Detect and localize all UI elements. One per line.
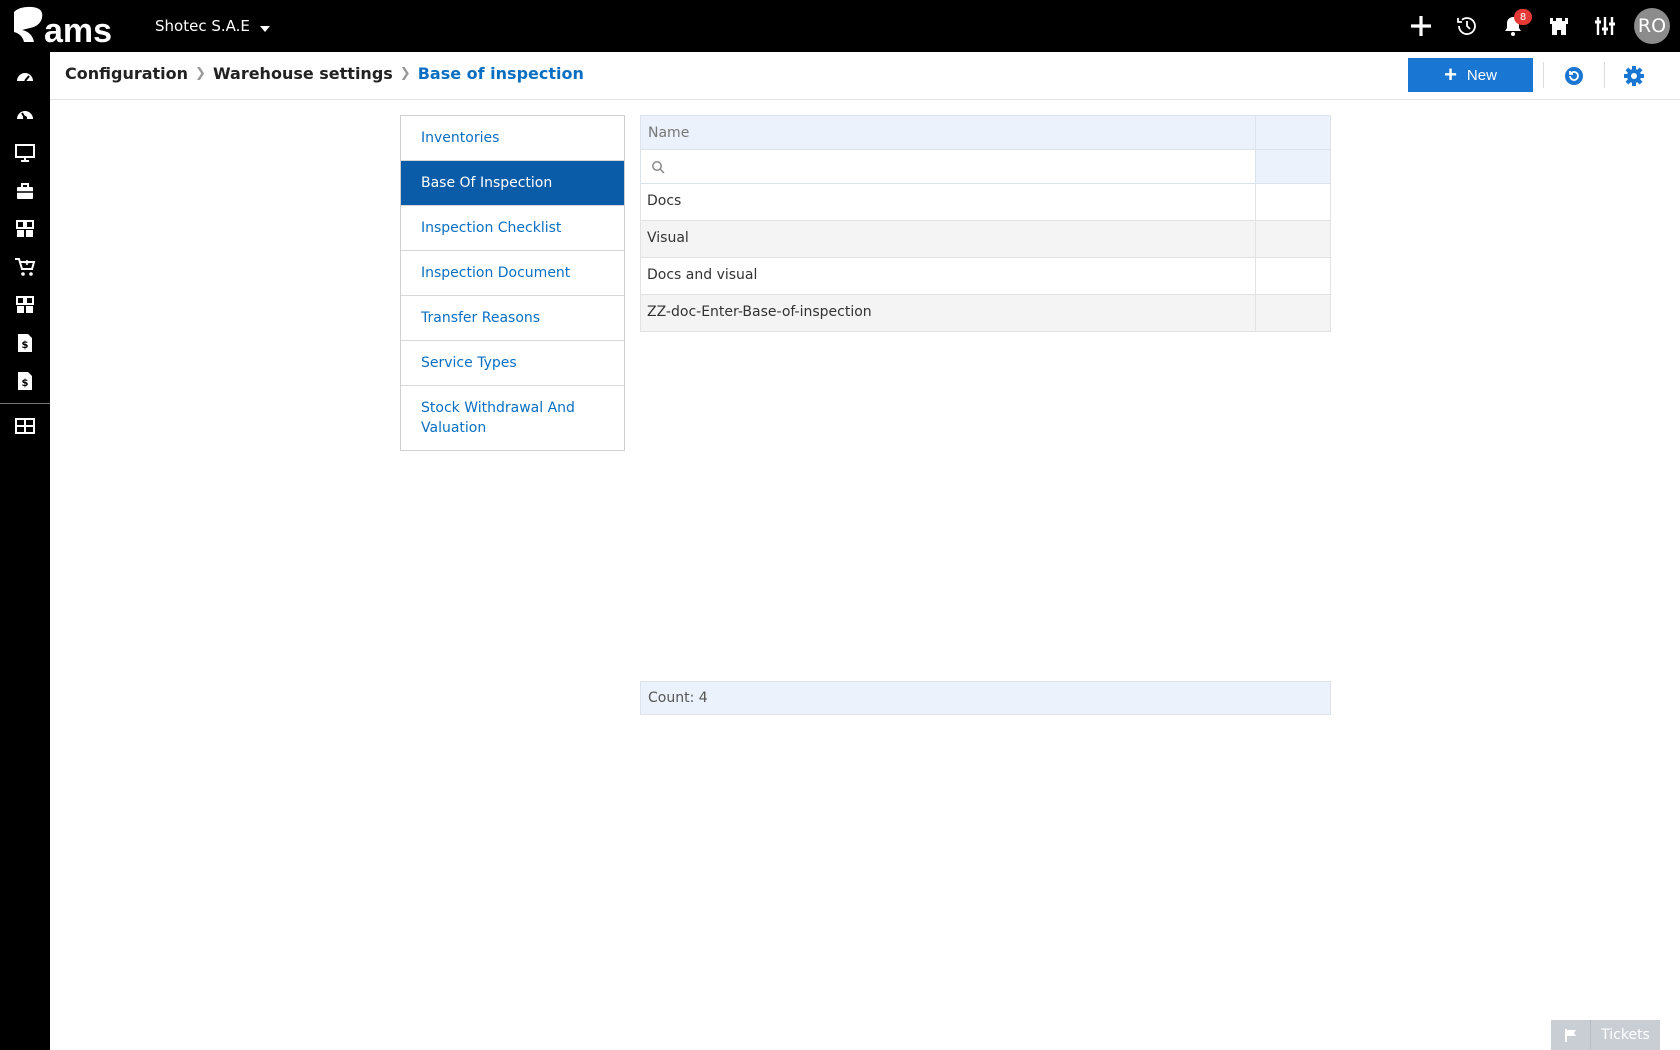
table-row[interactable]: Docs [640,184,1331,221]
settings-side-menu: Inventories Base Of Inspection Inspectio… [400,115,625,451]
history-icon[interactable] [1444,0,1490,52]
tickets-widget[interactable]: Tickets [1551,1020,1660,1050]
nav-divider [0,403,50,404]
cell-name: Visual [641,221,1256,257]
new-button-label: New [1466,66,1497,84]
menu-item-inspection-document[interactable]: Inspection Document [401,251,624,296]
data-grid: Name Docs Visual Docs and visual ZZ-doc-… [640,115,1331,332]
plus-icon: + [1444,62,1457,87]
inventory-grid-icon[interactable] [0,286,50,324]
menu-item-base-of-inspection[interactable]: Base Of Inspection [401,161,624,206]
speedometer-icon[interactable] [0,96,50,134]
left-nav: $ $ [0,52,50,1050]
chevron-down-icon [259,26,270,32]
column-header-actions [1256,116,1330,149]
menu-item-inventories[interactable]: Inventories [401,116,624,161]
settings-gear-icon[interactable] [1620,62,1648,90]
company-selector[interactable]: Shotec S.A.E [155,17,270,35]
bill-dollar-icon[interactable]: $ [0,362,50,400]
svg-text:$: $ [22,378,29,389]
breadcrumb: Configuration ❯ Warehouse settings ❯ Bas… [65,64,584,83]
new-button[interactable]: + New [1408,58,1533,92]
rams-logo[interactable]: ams [10,4,130,50]
table-row[interactable]: Docs and visual [640,258,1331,295]
cell-name: ZZ-doc-Enter-Base-of-inspection [641,295,1256,331]
shopping-cart-icon[interactable] [0,248,50,286]
notification-badge: 8 [1514,9,1532,25]
column-header-name[interactable]: Name [641,116,1256,149]
flag-icon [1551,1020,1591,1050]
menu-item-service-types[interactable]: Service Types [401,341,624,386]
user-avatar[interactable]: RO [1634,8,1670,44]
grid-footer-count: Count: 4 [640,681,1331,715]
svg-text:ams: ams [44,12,112,48]
castle-icon[interactable] [1536,0,1582,52]
menu-item-transfer-reasons[interactable]: Transfer Reasons [401,296,624,341]
invoice-dollar-icon[interactable]: $ [0,324,50,362]
configuration-panel-icon[interactable] [0,407,50,445]
company-name: Shotec S.A.E [155,17,250,35]
top-bar: ams Shotec S.A.E 8 RO [0,0,1680,52]
filter-row [640,150,1331,184]
breadcrumb-warehouse-settings[interactable]: Warehouse settings [213,64,393,83]
breadcrumb-configuration[interactable]: Configuration [65,64,188,83]
menu-item-stock-withdrawal[interactable]: Stock Withdrawal And Valuation [401,386,624,450]
chevron-right-icon: ❯ [195,66,206,81]
briefcase-icon[interactable] [0,172,50,210]
notifications-bell-icon[interactable]: 8 [1490,0,1536,52]
menu-item-inspection-checklist[interactable]: Inspection Checklist [401,206,624,251]
chevron-right-icon: ❯ [399,66,411,81]
tickets-label: Tickets [1601,1027,1650,1043]
breadcrumb-bar: Configuration ❯ Warehouse settings ❯ Bas… [50,52,1680,100]
toolbar-divider [1543,62,1544,88]
grid-header: Name [640,115,1331,150]
warehouse-boxes-icon[interactable] [0,210,50,248]
monitor-icon[interactable] [0,134,50,172]
cell-name: Docs [641,184,1256,220]
toolbar-divider [1604,62,1605,88]
search-input[interactable] [641,150,1256,183]
refresh-icon[interactable] [1560,62,1588,90]
add-icon[interactable] [1398,0,1444,52]
cell-name: Docs and visual [641,258,1256,294]
table-row[interactable]: Visual [640,221,1331,258]
filter-actions-cell [1256,150,1330,183]
svg-text:$: $ [22,340,29,351]
dashboard-gauge-icon[interactable] [0,58,50,96]
sliders-icon[interactable] [1582,0,1628,52]
breadcrumb-current: Base of inspection [417,64,584,83]
table-row[interactable]: ZZ-doc-Enter-Base-of-inspection [640,295,1331,332]
search-icon [652,160,665,174]
